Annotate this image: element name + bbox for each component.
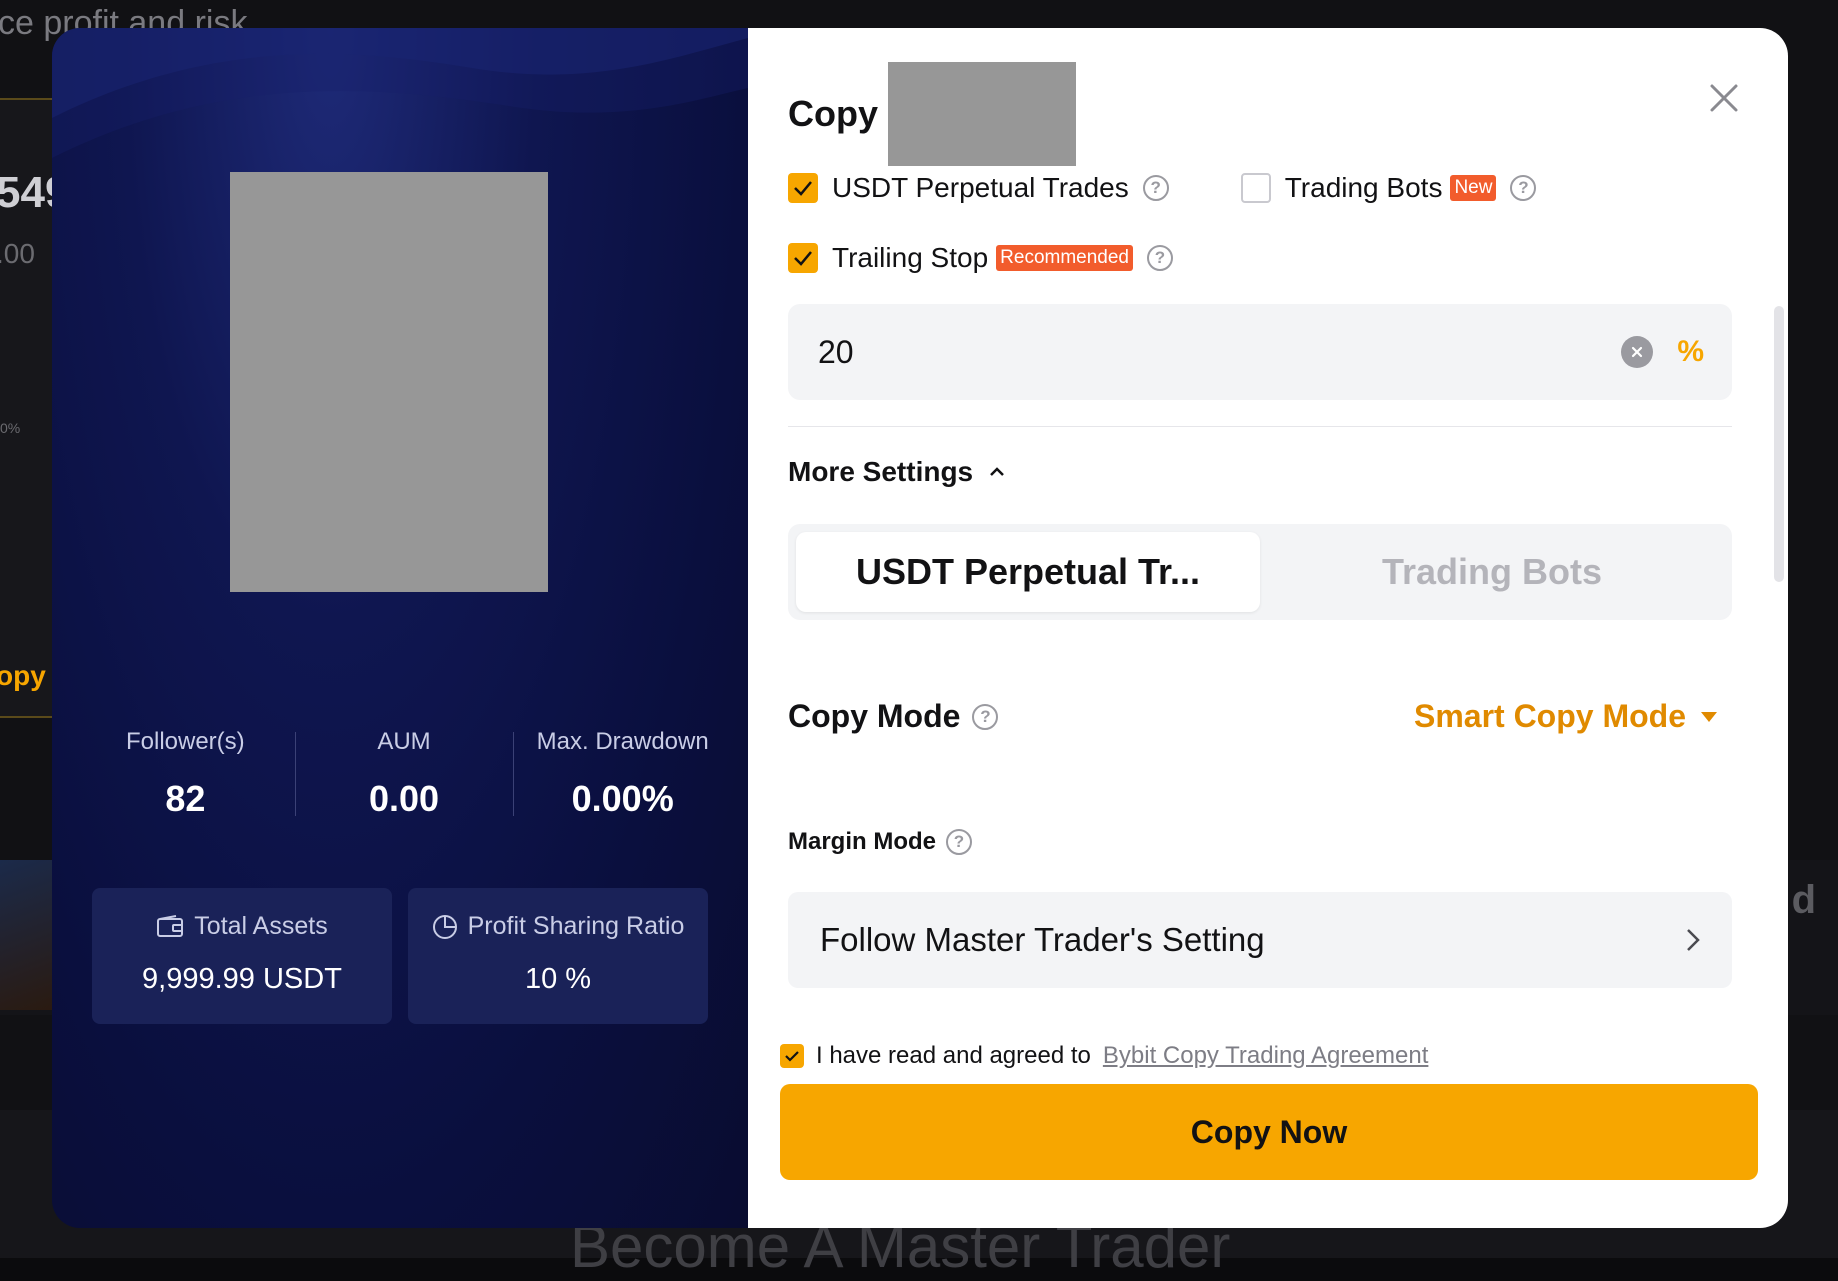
trading-bots-label: Trading Bots — [1285, 172, 1443, 204]
settings-tabs: USDT Perpetual Tr... Trading Bots — [788, 524, 1732, 620]
usdt-perpetual-checkbox[interactable] — [788, 173, 818, 203]
trailing-stop-checkbox[interactable] — [788, 243, 818, 273]
copy-mode-value: Smart Copy Mode — [1414, 698, 1686, 735]
trader-name-redacted — [888, 62, 1076, 166]
pie-chart-icon — [432, 914, 458, 940]
background-right-text: d — [1792, 878, 1816, 923]
background-subnumber: .00 — [0, 238, 35, 270]
wallet-icon — [156, 915, 184, 939]
copy-settings-panel: Copy USDT Perpetual Trades ? Trading Bot… — [748, 28, 1788, 1228]
background-percent: 0% — [0, 420, 20, 436]
copy-now-button[interactable]: Copy Now — [780, 1084, 1758, 1180]
new-badge: New — [1450, 175, 1496, 201]
stat-followers: Follower(s) 82 — [76, 728, 295, 820]
profit-sharing-header: Profit Sharing Ratio — [408, 912, 708, 941]
stat-value: 0.00 — [295, 778, 514, 820]
dialog-title: Copy — [788, 93, 878, 135]
check-icon — [793, 250, 813, 266]
total-assets-label: Total Assets — [194, 912, 327, 941]
tab-trading-bots[interactable]: Trading Bots — [1260, 532, 1724, 612]
chevron-right-icon — [1686, 928, 1700, 952]
trader-stats: Follower(s) 82 AUM 0.00 Max. Drawdown 0.… — [76, 728, 732, 820]
total-assets-header: Total Assets — [92, 912, 392, 941]
total-assets-box: Total Assets 9,999.99 USDT — [92, 888, 392, 1024]
decorative-wave — [52, 28, 748, 188]
trailing-stop-row: Trailing Stop Recommended ? — [788, 242, 1173, 274]
background-thumbnail — [0, 860, 56, 1010]
trader-profile-panel: Follower(s) 82 AUM 0.00 Max. Drawdown 0.… — [52, 28, 748, 1228]
caret-down-icon — [1700, 711, 1718, 723]
divider — [788, 426, 1732, 427]
margin-mode-label: Margin Mode — [788, 828, 936, 856]
profit-sharing-box: Profit Sharing Ratio 10 % — [408, 888, 708, 1024]
trading-bots-checkbox[interactable] — [1241, 173, 1271, 203]
margin-mode-select[interactable]: Follow Master Trader's Setting — [788, 892, 1732, 988]
help-icon[interactable]: ? — [946, 829, 972, 855]
help-icon[interactable]: ? — [972, 704, 998, 730]
copy-mode-select[interactable]: Smart Copy Mode — [1414, 698, 1718, 735]
trailing-stop-label: Trailing Stop — [832, 242, 988, 274]
close-icon[interactable] — [1704, 78, 1744, 118]
agreement-row: I have read and agreed to Bybit Copy Tra… — [780, 1042, 1428, 1070]
stat-value: 82 — [76, 778, 295, 820]
scrollbar[interactable] — [1774, 306, 1784, 582]
dialog-header: Copy — [788, 62, 1076, 166]
trailing-stop-input[interactable]: 20 % — [788, 304, 1732, 400]
stat-aum: AUM 0.00 — [295, 728, 514, 820]
percent-unit: % — [1677, 335, 1704, 369]
profit-sharing-value: 10 % — [408, 963, 708, 996]
margin-mode-value: Follow Master Trader's Setting — [820, 921, 1265, 959]
profit-sharing-label: Profit Sharing Ratio — [468, 912, 685, 941]
recommended-badge: Recommended — [996, 245, 1133, 271]
stat-label: Max. Drawdown — [513, 728, 732, 756]
agreement-link[interactable]: Bybit Copy Trading Agreement — [1103, 1042, 1429, 1070]
agreement-text: I have read and agreed to — [816, 1042, 1091, 1070]
help-icon[interactable]: ? — [1510, 175, 1536, 201]
trader-summary-boxes: Total Assets 9,999.99 USDT Profit Sharin… — [92, 888, 708, 1024]
check-icon — [784, 1050, 800, 1062]
copy-mode-row: Copy Mode ? Smart Copy Mode — [788, 698, 1718, 735]
x-icon — [1630, 345, 1644, 359]
stat-label: AUM — [295, 728, 514, 756]
copy-dialog: Follower(s) 82 AUM 0.00 Max. Drawdown 0.… — [52, 28, 1788, 1228]
background-copy-button: opy — [0, 660, 46, 692]
clear-icon[interactable] — [1621, 336, 1653, 368]
copy-mode-label: Copy Mode — [788, 698, 960, 735]
help-icon[interactable]: ? — [1147, 245, 1173, 271]
chevron-up-icon — [989, 467, 1005, 477]
copy-mode-label-group: Copy Mode ? — [788, 698, 998, 735]
more-settings-toggle[interactable]: More Settings — [788, 456, 1005, 488]
margin-mode-label-group: Margin Mode ? — [788, 828, 972, 856]
more-settings-label: More Settings — [788, 456, 973, 488]
trader-avatar — [230, 172, 548, 592]
stat-value: 0.00% — [513, 778, 732, 820]
total-assets-value: 9,999.99 USDT — [92, 963, 392, 996]
trailing-stop-value[interactable]: 20 — [818, 334, 1621, 371]
stat-max-drawdown: Max. Drawdown 0.00% — [513, 728, 732, 820]
tab-usdt-perpetual[interactable]: USDT Perpetual Tr... — [796, 532, 1260, 612]
agreement-checkbox[interactable] — [780, 1044, 804, 1068]
check-icon — [793, 180, 813, 196]
help-icon[interactable]: ? — [1143, 175, 1169, 201]
stat-label: Follower(s) — [76, 728, 295, 756]
copy-targets-row: USDT Perpetual Trades ? Trading Bots New… — [788, 172, 1536, 204]
usdt-perpetual-label: USDT Perpetual Trades — [832, 172, 1129, 204]
